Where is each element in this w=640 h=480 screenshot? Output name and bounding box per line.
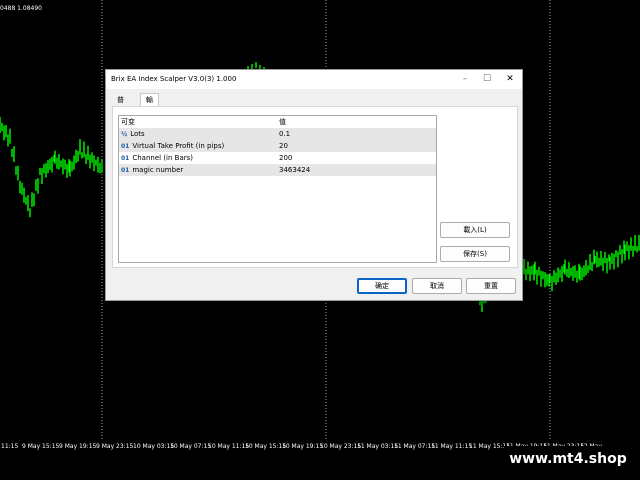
table-row[interactable]: ½ Lots 0.1 xyxy=(119,128,436,140)
maximize-icon[interactable]: ☐ xyxy=(476,70,498,89)
time-label: 11 May 07:15 xyxy=(394,443,436,450)
ea-properties-dialog: Brix EA Index Scalper V3.0(3) 1.000 – ☐ … xyxy=(105,69,523,301)
reset-button[interactable]: 重置 xyxy=(466,278,516,294)
time-label: 11 May 11:15 xyxy=(431,443,473,450)
time-label: 10 May 07:15 xyxy=(170,443,212,450)
close-icon[interactable]: ✕ xyxy=(499,70,521,89)
integer-type-icon: 01 xyxy=(121,155,130,162)
fraction-type-icon: ½ xyxy=(121,131,128,138)
param-name: Channel (in Bars) xyxy=(132,154,194,162)
inputs-panel: 可变 值 ½ Lots 0.1 01 Virtual Take Profit (in… xyxy=(112,106,518,268)
integer-type-icon: 01 xyxy=(121,143,130,150)
param-value[interactable]: 0.1 xyxy=(279,128,290,140)
param-value[interactable]: 3463424 xyxy=(279,164,310,176)
param-name: Lots xyxy=(130,130,145,138)
cancel-button[interactable]: 取消 xyxy=(412,278,462,294)
inputs-table: 可变 值 ½ Lots 0.1 01 Virtual Take Profit (in… xyxy=(118,115,437,263)
tab-common[interactable]: 普通 xyxy=(112,94,129,116)
integer-type-icon: 01 xyxy=(121,167,130,174)
time-label: 9 May 23:15 xyxy=(96,443,134,450)
table-row[interactable]: 01 magic number 3463424 xyxy=(119,164,436,176)
load-button[interactable]: 載入(L) xyxy=(440,222,510,238)
time-label: 10 May 19:15 xyxy=(282,443,324,450)
dialog-titlebar[interactable]: Brix EA Index Scalper V3.0(3) 1.000 – ☐ … xyxy=(106,70,522,89)
table-header: 可变 值 xyxy=(119,116,436,128)
minimize-icon[interactable]: – xyxy=(454,70,476,89)
column-header-variable: 可变 xyxy=(121,118,135,126)
param-name: magic number xyxy=(132,166,184,174)
table-row[interactable]: 01 Virtual Take Profit (in pips) 20 xyxy=(119,140,436,152)
time-label: 10 May 11:15 xyxy=(208,443,250,450)
save-button[interactable]: 保存(S) xyxy=(440,246,510,262)
time-label: 9 May 15:15 xyxy=(22,443,60,450)
time-label: 9 May 19:15 xyxy=(59,443,97,450)
param-value[interactable]: 20 xyxy=(279,140,288,152)
time-label: 10 May 03:15 xyxy=(133,443,175,450)
ok-button[interactable]: 确定 xyxy=(357,278,407,294)
watermark: www.mt4.shop xyxy=(504,446,632,472)
column-header-value: 值 xyxy=(279,118,286,126)
time-label: 10 May 15:15 xyxy=(245,443,287,450)
tab-inputs[interactable]: 輸入 xyxy=(140,93,159,116)
dialog-title: Brix EA Index Scalper V3.0(3) 1.000 xyxy=(111,75,237,83)
time-label: 11 May 03:15 xyxy=(357,443,399,450)
table-row[interactable]: 01 Channel (in Bars) 200 xyxy=(119,152,436,164)
time-label: 11:15 xyxy=(1,443,19,450)
param-name: Virtual Take Profit (in pips) xyxy=(132,142,225,150)
time-label: 10 May 23:15 xyxy=(320,443,362,450)
price-label: 0488 1.08490 xyxy=(0,5,42,12)
param-value[interactable]: 200 xyxy=(279,152,292,164)
